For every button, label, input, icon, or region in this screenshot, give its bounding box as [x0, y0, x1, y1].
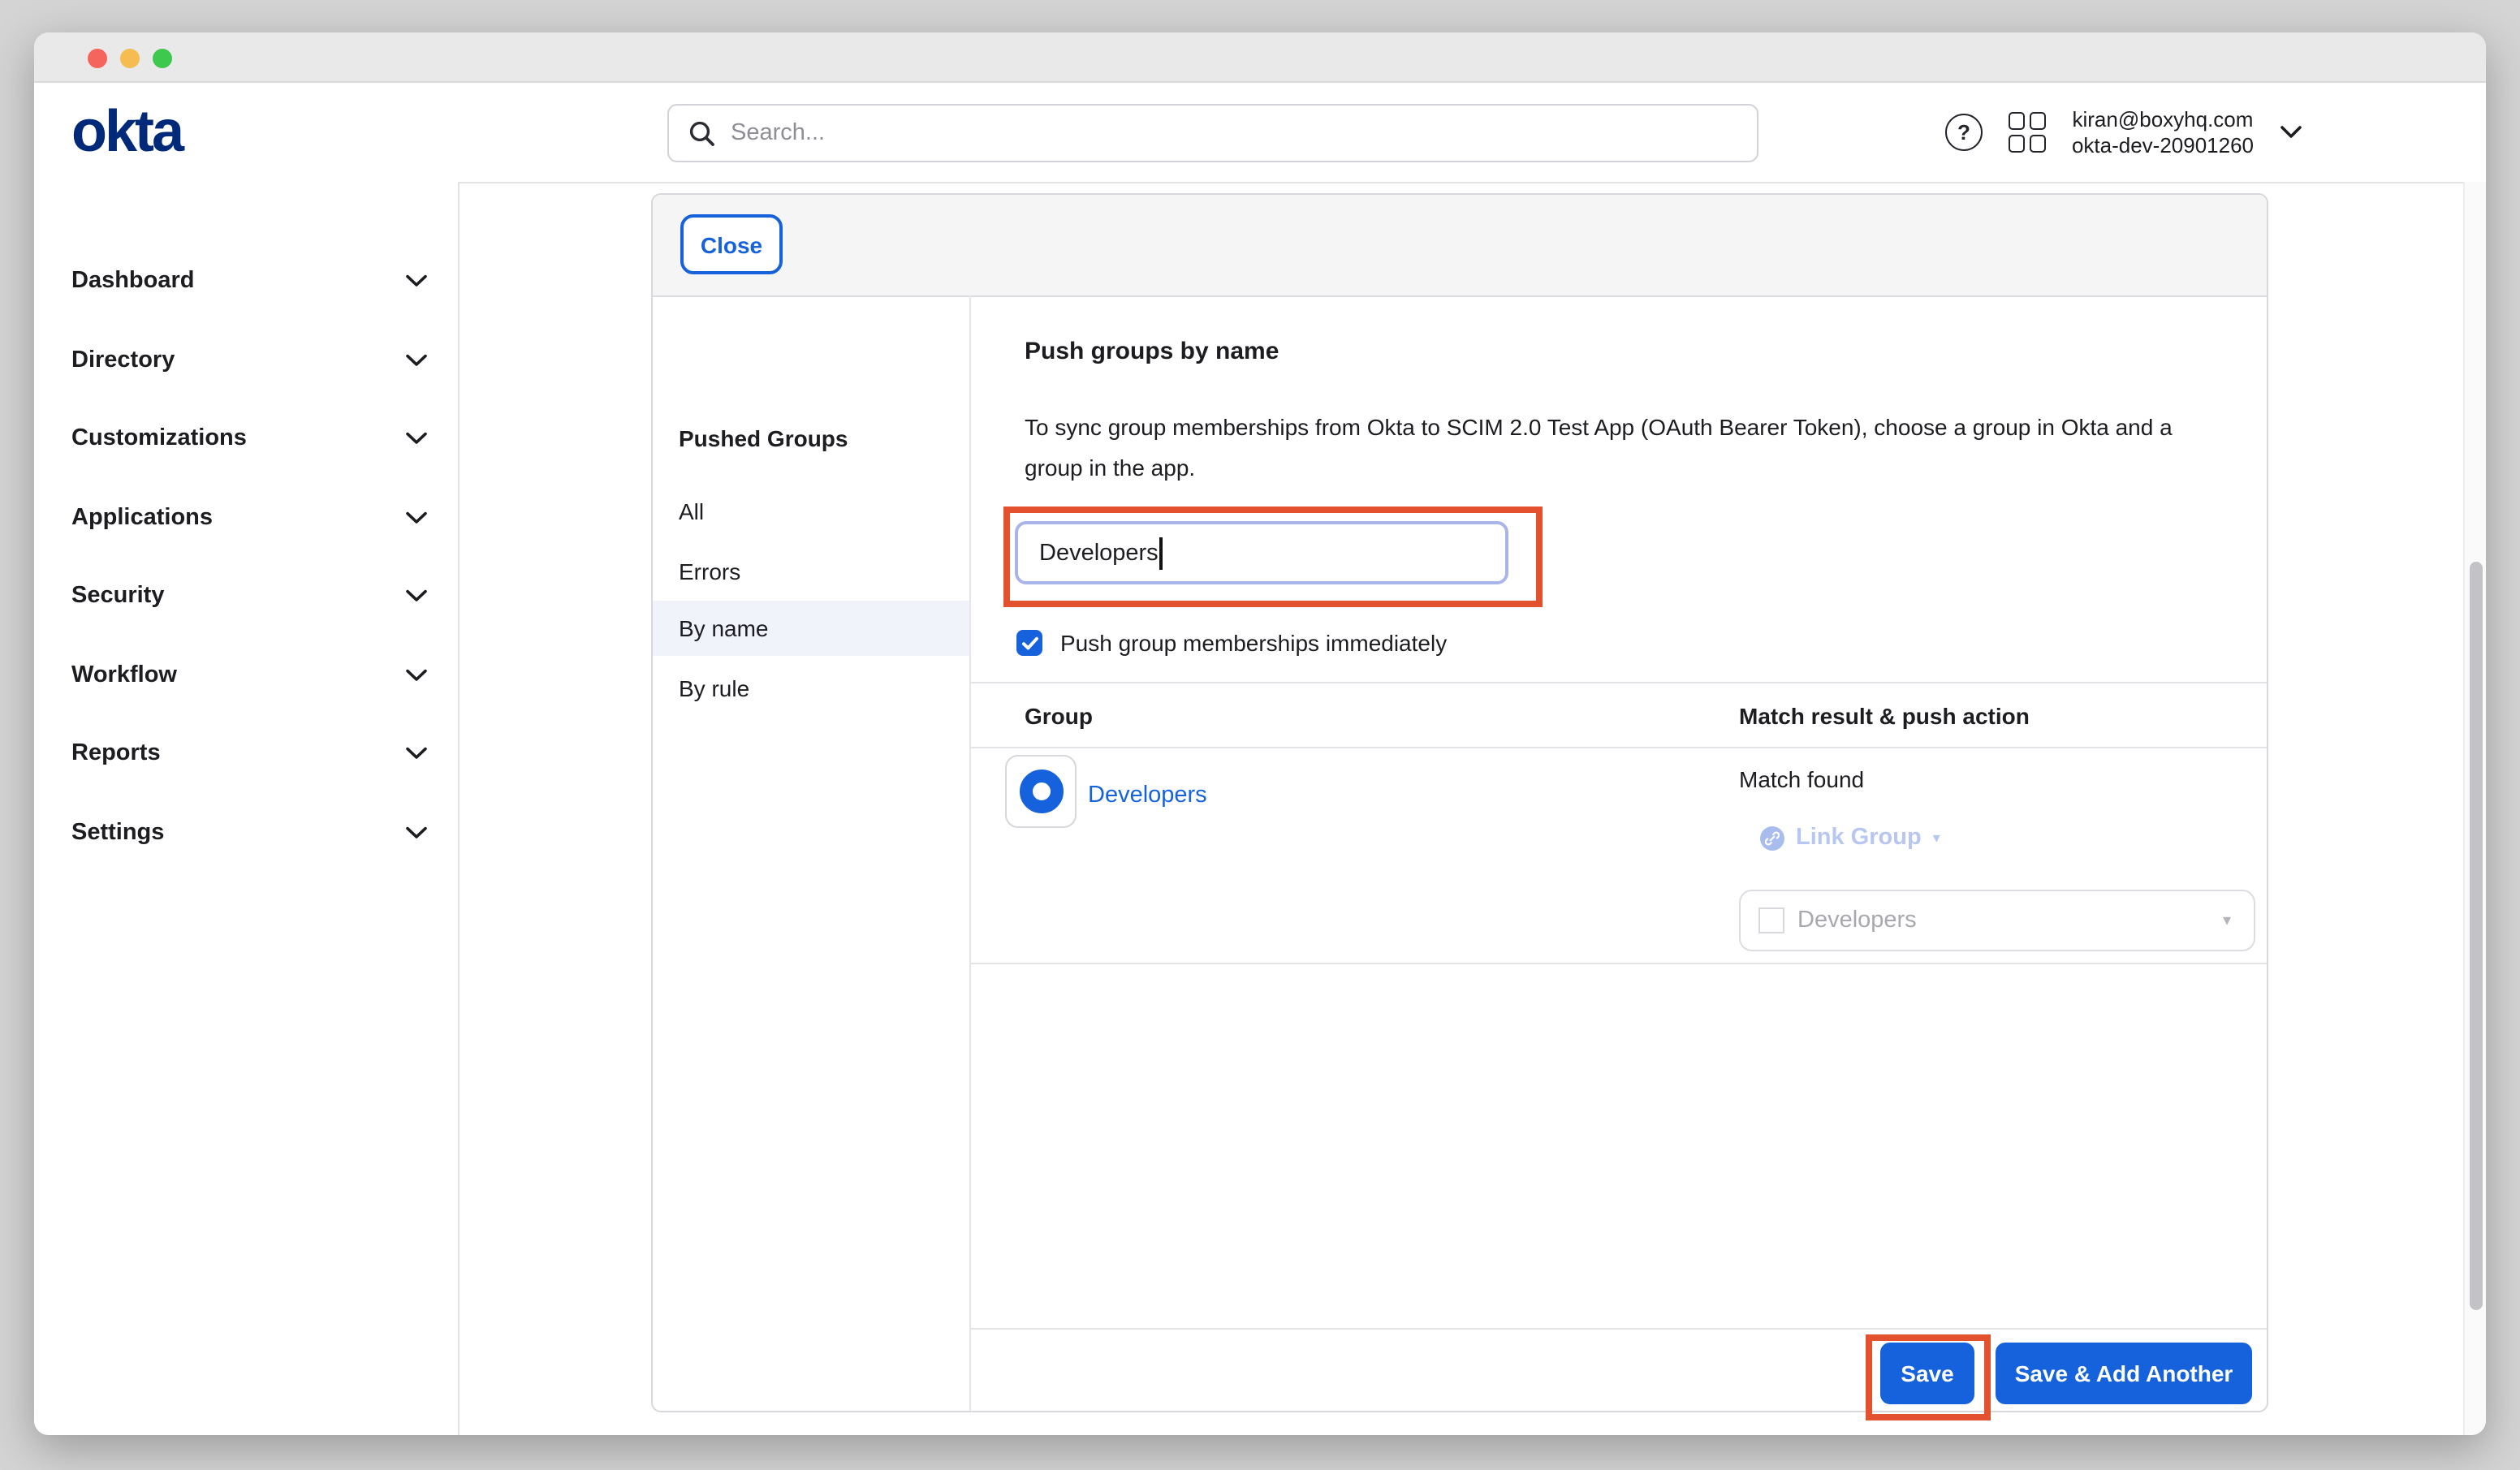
- app-header: okta Search... ? kiran@boxyhq.com okta-d…: [34, 83, 2486, 183]
- chevron-down-icon: [406, 511, 427, 524]
- caret-down-icon: ▾: [1933, 829, 1940, 847]
- push-immediately-label: Push group memberships immediately: [1060, 630, 1447, 656]
- user-menu[interactable]: kiran@boxyhq.com okta-dev-20901260: [2072, 106, 2254, 158]
- subnav-item-all[interactable]: All: [653, 484, 969, 539]
- link-group-label: Link Group: [1796, 825, 1922, 851]
- window-zoom-icon[interactable]: [153, 49, 172, 68]
- footer-divider: [971, 1328, 2267, 1330]
- divider: [971, 682, 2267, 683]
- description-line-2: group in the app.: [1025, 455, 1195, 481]
- save-add-another-button[interactable]: Save & Add Another: [1996, 1343, 2252, 1404]
- group-avatar: [1005, 755, 1077, 828]
- sidebar-item-reports[interactable]: Reports: [71, 737, 427, 769]
- browser-window: okta Search... ? kiran@boxyhq.com okta-d…: [34, 32, 2486, 1435]
- sidebar-item-dashboard[interactable]: Dashboard: [71, 265, 427, 297]
- scrollbar-thumb[interactable]: [2470, 562, 2483, 1310]
- help-icon[interactable]: ?: [1945, 114, 1983, 151]
- group-name-link[interactable]: Developers: [1088, 782, 1207, 808]
- sidebar-item-settings[interactable]: Settings: [71, 817, 427, 849]
- link-group-action[interactable]: Link Group ▾: [1760, 825, 1940, 851]
- description-line-1: To sync group memberships from Okta to S…: [1025, 414, 2173, 440]
- chevron-down-icon: [406, 747, 427, 760]
- user-org: okta-dev-20901260: [2072, 132, 2254, 158]
- sidebar-item-directory[interactable]: Directory: [71, 344, 427, 377]
- subnav-item-by-rule[interactable]: By rule: [653, 661, 969, 716]
- target-group-select[interactable]: Developers ▾: [1739, 890, 2255, 951]
- subnav-title: Pushed Groups: [679, 425, 848, 451]
- group-icon: [1019, 769, 1063, 813]
- user-email: kiran@boxyhq.com: [2072, 106, 2254, 132]
- header-actions: ? kiran@boxyhq.com okta-dev-20901260: [1945, 83, 2302, 182]
- search-placeholder: Search...: [731, 120, 825, 146]
- okta-logo[interactable]: okta: [71, 97, 182, 166]
- target-group-value: Developers: [1797, 907, 1917, 933]
- pushed-groups-subnav: Pushed Groups All Errors By name By rule: [653, 295, 971, 1411]
- caret-down-icon: ▾: [2223, 912, 2231, 929]
- sidebar-item-security[interactable]: Security: [71, 580, 427, 612]
- chevron-down-icon: [406, 669, 427, 682]
- sidebar-item-workflow[interactable]: Workflow: [71, 659, 427, 692]
- text-cursor: [1160, 537, 1163, 569]
- search-icon: [688, 119, 716, 147]
- chevron-down-icon: [406, 432, 427, 445]
- search-input[interactable]: Search...: [667, 104, 1758, 162]
- group-name-input[interactable]: Developers: [1015, 521, 1508, 584]
- save-button[interactable]: Save: [1880, 1343, 1974, 1404]
- chevron-down-icon: [406, 354, 427, 367]
- sidebar-nav: Dashboard Directory Customizations Appli…: [34, 182, 460, 1435]
- checkmark-icon: [1021, 636, 1038, 650]
- panel-content: Push groups by name To sync group member…: [971, 295, 2267, 1411]
- column-header-group: Group: [1025, 703, 1093, 729]
- column-header-match: Match result & push action: [1739, 703, 2030, 729]
- divider: [971, 747, 2267, 748]
- push-immediately-checkbox[interactable]: [1016, 630, 1042, 656]
- app-switcher-icon[interactable]: [2009, 112, 2046, 153]
- close-button[interactable]: Close: [680, 214, 783, 274]
- chevron-down-icon: [406, 826, 427, 839]
- sidebar-item-applications[interactable]: Applications: [71, 502, 427, 534]
- subnav-item-by-name[interactable]: By name: [653, 601, 969, 656]
- window-titlebar: [34, 32, 2486, 83]
- sidebar-item-customizations[interactable]: Customizations: [71, 422, 427, 455]
- subnav-item-errors[interactable]: Errors: [653, 544, 969, 599]
- match-status: Match found: [1739, 766, 1864, 792]
- window-minimize-icon[interactable]: [120, 49, 140, 68]
- chevron-down-icon: [406, 274, 427, 287]
- chevron-down-icon: [406, 589, 427, 602]
- divider: [971, 963, 2267, 964]
- scrollbar-track[interactable]: [2463, 182, 2486, 1435]
- page-title: Push groups by name: [1025, 338, 1279, 365]
- screen: okta Search... ? kiran@boxyhq.com okta-d…: [0, 0, 2520, 1470]
- chevron-down-icon[interactable]: [2280, 125, 2302, 140]
- push-groups-panel: Close Pushed Groups All Errors By name B…: [651, 193, 2268, 1412]
- panel-toolbar: Close: [653, 195, 2267, 297]
- window-close-icon[interactable]: [88, 49, 107, 68]
- group-placeholder-icon: [1758, 907, 1784, 933]
- group-name-value: Developers: [1039, 540, 1159, 566]
- link-icon: [1760, 826, 1784, 850]
